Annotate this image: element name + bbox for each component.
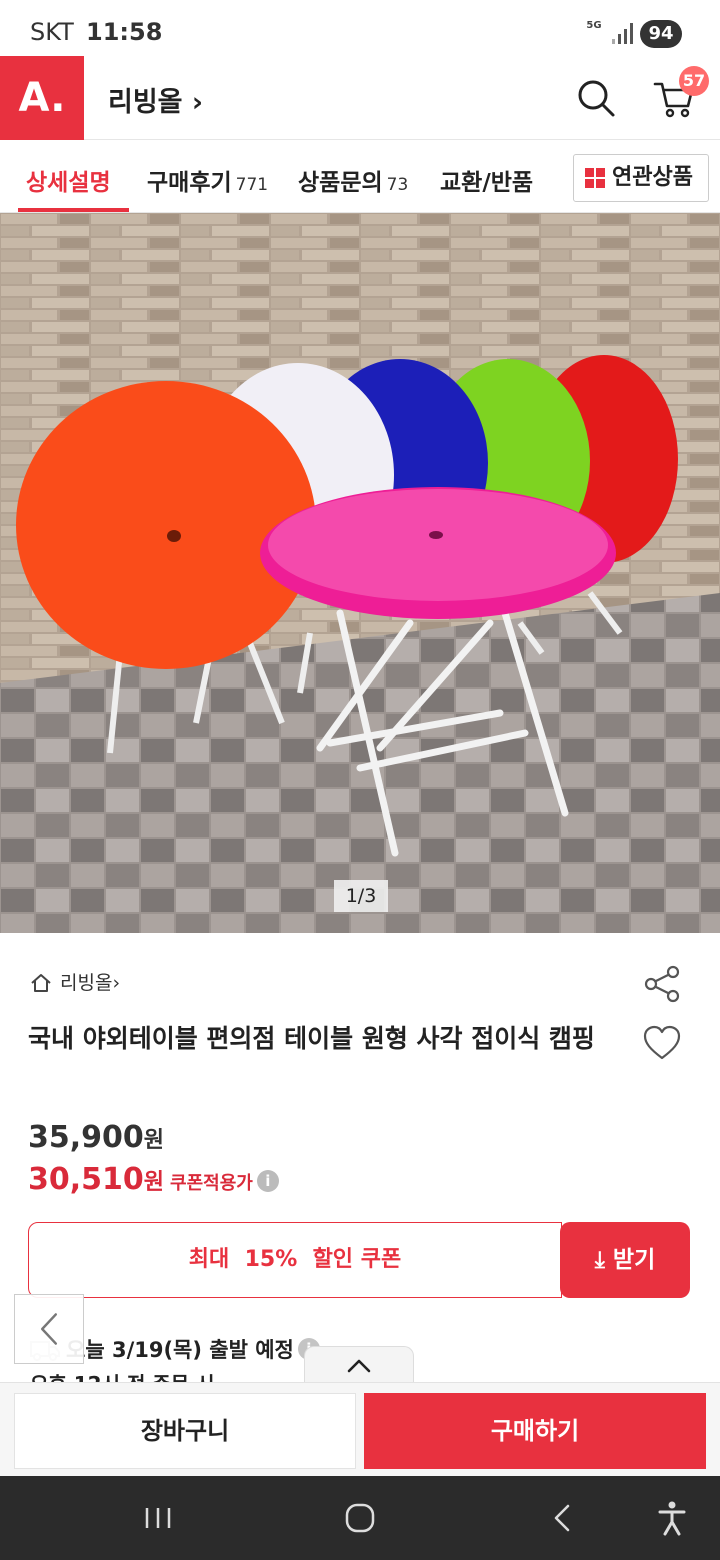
tab-reviews[interactable]: 구매후기 771 <box>147 163 268 197</box>
signal-icon <box>612 22 634 44</box>
coupon-price-label: 쿠폰적용가 <box>170 1173 253 1194</box>
tab-count: 771 <box>235 175 269 195</box>
buy-now-button[interactable]: 구매하기 <box>364 1393 706 1469</box>
related-products-button[interactable]: 연관상품 <box>573 154 709 202</box>
delivery-date: 오늘 3/19(목) 출발 예정 <box>66 1338 294 1362</box>
coupon-banner[interactable]: 최대 15% 할인 쿠폰 <box>28 1222 562 1298</box>
cart-count-badge: 57 <box>679 66 709 96</box>
share-icon[interactable] <box>642 964 682 1004</box>
carrier-label: SKT <box>30 18 74 46</box>
chevron-up-icon <box>347 1359 371 1373</box>
recent-apps-icon[interactable] <box>138 1498 178 1538</box>
grid-icon <box>585 168 605 188</box>
battery-indicator: 94 <box>640 20 682 48</box>
purchase-bar: 장바구니 구매하기 <box>0 1382 720 1476</box>
tab-count: 73 <box>386 175 409 195</box>
tab-label: 상세설명 <box>26 170 111 196</box>
home-nav-icon[interactable] <box>340 1498 380 1538</box>
active-tab-indicator <box>18 208 129 212</box>
add-to-cart-button[interactable]: 장바구니 <box>14 1393 356 1469</box>
tab-questions[interactable]: 상품문의 73 <box>298 163 408 197</box>
original-price-value: 35,900 <box>28 1120 144 1155</box>
heart-icon[interactable] <box>642 1024 682 1062</box>
clock: 11:58 <box>86 18 163 46</box>
search-icon[interactable] <box>576 78 616 118</box>
tab-returns[interactable]: 교환/반품 <box>440 163 533 197</box>
related-products-label: 연관상품 <box>612 165 693 190</box>
collapse-toggle[interactable] <box>304 1346 414 1386</box>
accessibility-icon[interactable] <box>652 1498 692 1538</box>
image-counter: 1/3 <box>334 880 388 912</box>
brand-logo[interactable]: A. <box>0 56 84 140</box>
breadcrumb-store: 리빙올› <box>60 972 121 994</box>
back-nav-icon[interactable] <box>542 1498 582 1538</box>
system-nav-bar <box>0 1476 720 1560</box>
product-title: 국내 야외테이블 편의점 테이블 원형 사각 접이식 캠핑 <box>28 1024 595 1053</box>
sale-price: 30,510원 쿠폰적용가 i <box>28 1162 279 1197</box>
network-5g-icon: 5G <box>586 20 602 31</box>
tab-label: 구매후기 <box>147 170 232 196</box>
detail-tabs: 상세설명 구매후기 771 상품문의 73 교환/반품 연관상품 <box>0 141 720 213</box>
status-bar: SKT 11:58 5G 94 <box>0 0 720 60</box>
delivery-cutoff: 오후 12시 전 주문 시 <box>30 1368 214 1382</box>
sale-price-value: 30,510 <box>28 1162 144 1197</box>
coupon-download-button[interactable]: ⤓ 받기 <box>560 1222 690 1298</box>
app-header: A. 리빙올 › <box>0 56 720 140</box>
currency-label: 원 <box>143 1128 165 1153</box>
currency-label: 원 <box>143 1170 165 1195</box>
product-photo <box>0 213 720 933</box>
home-icon <box>31 974 51 992</box>
product-image[interactable] <box>0 213 720 933</box>
original-price: 35,900원 <box>28 1120 164 1155</box>
tab-description[interactable]: 상세설명 <box>26 163 111 197</box>
info-icon[interactable]: i <box>256 1170 279 1192</box>
tab-label: 상품문의 <box>298 170 383 196</box>
chevron-left-icon[interactable] <box>14 1294 84 1364</box>
tab-label: 교환/반품 <box>440 170 534 196</box>
category-link[interactable]: 리빙올 › <box>108 80 203 119</box>
